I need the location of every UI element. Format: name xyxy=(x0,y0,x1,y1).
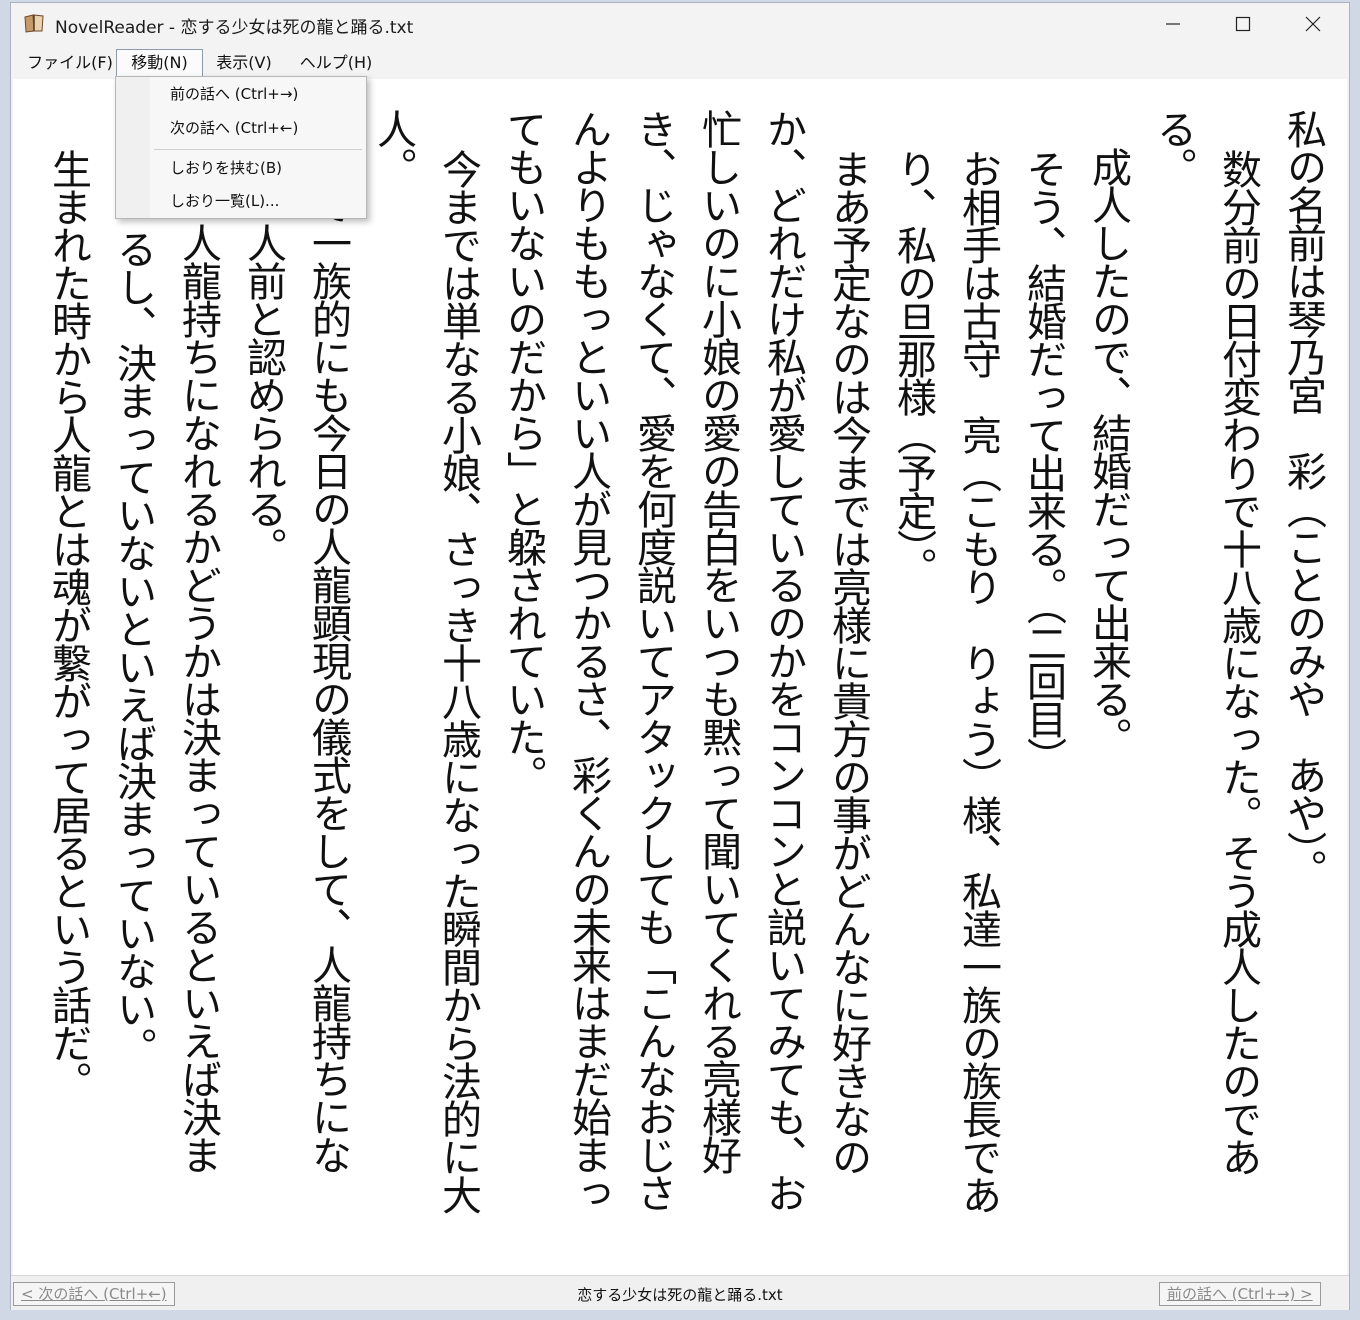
text-column: 私の名前は琴乃宮 彩（ことのみや あや）。 xyxy=(1280,109,1326,887)
minimize-button[interactable] xyxy=(1139,3,1209,45)
text-column: 生まれた時から人龍とは魂が繋がって居るという話だ。 xyxy=(45,149,91,1099)
book-icon xyxy=(23,13,45,33)
text-column: るし、決まっていないといえば決まっていない。 xyxy=(110,229,156,1065)
title-bar[interactable]: NovelReader - 恋する少女は死の龍と踊る.txt xyxy=(11,3,1349,45)
text-column: お相手は古守 亮（こもり りょう）様、私達一族の族長であ xyxy=(955,149,1001,1213)
close-button[interactable] xyxy=(1279,3,1349,45)
minimize-icon xyxy=(1166,23,1180,25)
text-column: そう、結婚だって出来る。（二回目） xyxy=(1020,149,1066,775)
text-column: 成人したので、結婚だって出来る。 xyxy=(1085,109,1131,755)
text-column: 、人龍持ちになれるかどうかは決まっているといえば決ま xyxy=(175,109,221,1173)
text-column: 人。 xyxy=(370,109,416,185)
menu-gutter xyxy=(116,77,150,218)
text-column: て一族的にも今日の人龍顕現の儀式をして、人龍持ちにな xyxy=(305,109,351,1173)
status-bar: < 次の話へ (Ctrl+←) 恋する少女は死の龍と踊る.txt 前の話へ (C… xyxy=(11,1275,1349,1310)
close-icon xyxy=(1305,16,1321,32)
text-column: る。 xyxy=(1150,109,1196,185)
menu-item-bookmark-list[interactable]: しおり一覧(L)... xyxy=(170,190,279,212)
text-column: てもいないのだから」と躱されていた。 xyxy=(500,109,546,793)
text-column: まあ予定なのは今までは亮様に貴方の事がどんなに好きなの xyxy=(825,149,871,1175)
status-file-name: 恋する少女は死の龍と踊る.txt xyxy=(577,1286,783,1304)
navigate-dropdown-menu: 前の話へ (Ctrl+→) 次の話へ (Ctrl+←) しおりを挟む(B) しお… xyxy=(115,76,367,219)
maximize-button[interactable] xyxy=(1209,3,1279,45)
text-column: 数分前の日付変わりで十八歳になった。そう成人したのであ xyxy=(1215,149,1261,1175)
menu-navigate[interactable]: 移動(N) xyxy=(116,49,203,77)
text-column: んよりももっといい人が見つかるさ、彩くんの未来はまだ始まっ xyxy=(565,109,611,1211)
menu-view[interactable]: 表示(V) xyxy=(207,49,281,77)
maximize-icon xyxy=(1235,16,1251,32)
text-column: 一人前と認められる。 xyxy=(240,109,286,565)
menu-item-prev-chapter[interactable]: 前の話へ (Ctrl+→) xyxy=(170,83,298,105)
text-column: り、私の旦那様（予定）。 xyxy=(890,149,936,585)
menu-item-add-bookmark[interactable]: しおりを挟む(B) xyxy=(170,157,282,179)
menu-file[interactable]: ファイル(F) xyxy=(19,49,121,77)
menu-item-next-chapter[interactable]: 次の話へ (Ctrl+←) xyxy=(170,117,298,139)
prev-chapter-button[interactable]: 前の話へ (Ctrl+→) > xyxy=(1159,1282,1321,1306)
text-column: 忙しいのに小娘の愛の告白をいつも黙って聞いてくれる亮様好 xyxy=(695,109,741,1173)
text-column: 今までは単なる小娘、さっき十八歳になった瞬間から法的に大 xyxy=(435,149,481,1213)
window-title: NovelReader - 恋する少女は死の龍と踊る.txt xyxy=(55,18,414,38)
menu-separator xyxy=(154,149,362,150)
menu-bar: ファイル(F) 移動(N) 表示(V) ヘルプ(H) xyxy=(11,47,1349,79)
text-column: か、どれだけ私が愛しているのかをコンコンと説いてみても、お xyxy=(760,109,806,1211)
novel-text-area[interactable]: 私の名前は琴乃宮 彩（ことのみや あや）。 数分前の日付変わりで十八歳になった。… xyxy=(13,79,1347,1275)
menu-help[interactable]: ヘルプ(H) xyxy=(291,49,381,77)
text-column: き、じゃなくて、愛を何度説いてアタックしても「こんなおじさ xyxy=(630,109,676,1211)
